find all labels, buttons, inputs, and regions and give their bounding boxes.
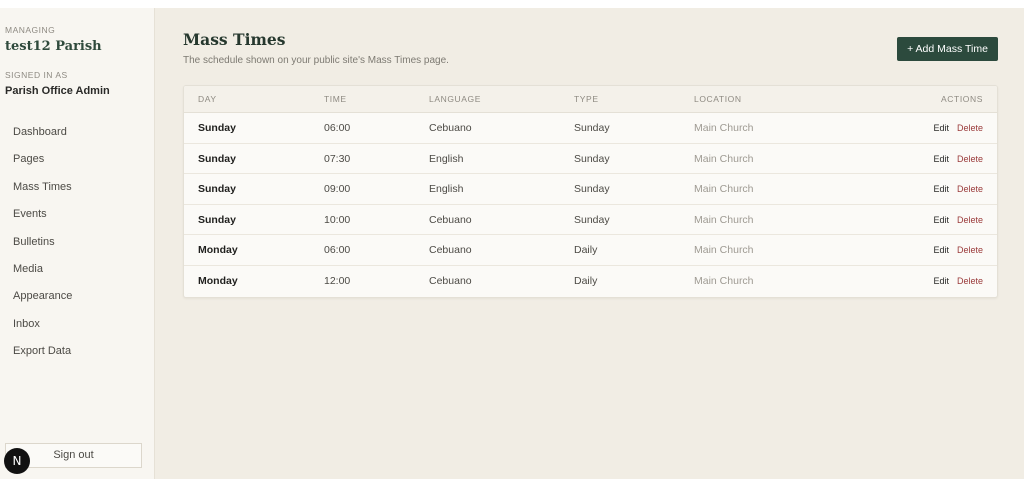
cell-day: Monday [198, 244, 238, 257]
table-row: Sunday 06:00 Cebuano Sunday Main Church … [184, 113, 997, 144]
delete-button[interactable]: Delete [957, 123, 983, 133]
edit-button[interactable]: Edit [933, 154, 949, 164]
mass-times-table: DAY TIME LANGUAGE TYPE LOCATION ACTIONS … [183, 85, 998, 298]
cell-time: 06:00 [324, 122, 351, 134]
add-mass-time-button[interactable]: + Add Mass Time [897, 37, 998, 61]
sidebar-item-events[interactable]: Events [13, 207, 72, 234]
cell-type: Daily [574, 244, 598, 257]
cell-type: Daily [574, 274, 598, 287]
edit-button[interactable]: Edit [933, 184, 949, 194]
parish-name: test12 Parish [5, 39, 102, 54]
cell-language: English [429, 152, 464, 165]
delete-button[interactable]: Delete [957, 245, 983, 255]
cell-type: Sunday [574, 152, 610, 165]
cell-language: English [429, 183, 464, 196]
row-actions: Edit Delete [933, 113, 983, 143]
sidebar-item-dashboard[interactable]: Dashboard [13, 125, 72, 152]
cell-location: Main Church [694, 274, 754, 287]
cell-type: Sunday [574, 122, 610, 134]
cell-day: Sunday [198, 183, 236, 196]
signed-in-label: SIGNED IN AS [5, 70, 68, 80]
cell-type: Sunday [574, 183, 610, 196]
column-header-type: TYPE [574, 94, 599, 104]
sidebar-item-appearance[interactable]: Appearance [13, 289, 72, 316]
cell-language: Cebuano [429, 213, 472, 226]
delete-button[interactable]: Delete [957, 184, 983, 194]
cell-day: Sunday [198, 152, 236, 165]
row-actions: Edit Delete [933, 235, 983, 265]
cell-day: Monday [198, 274, 238, 287]
edit-button[interactable]: Edit [933, 276, 949, 286]
dev-tools-badge[interactable]: N [4, 448, 30, 474]
cell-time: 06:00 [324, 244, 351, 257]
cell-location: Main Church [694, 183, 754, 196]
sidebar-item-media[interactable]: Media [13, 262, 72, 289]
edit-button[interactable]: Edit [933, 215, 949, 225]
sidebar-item-pages[interactable]: Pages [13, 152, 72, 179]
cell-location: Main Church [694, 213, 754, 226]
table-header: DAY TIME LANGUAGE TYPE LOCATION ACTIONS [184, 86, 997, 113]
cell-location: Main Church [694, 244, 754, 257]
table-row: Sunday 07:30 English Sunday Main Church … [184, 144, 997, 175]
cell-language: Cebuano [429, 244, 472, 257]
edit-button[interactable]: Edit [933, 245, 949, 255]
sidebar-item-export-data[interactable]: Export Data [13, 344, 72, 371]
column-header-time: TIME [324, 94, 347, 104]
table-row: Sunday 10:00 Cebuano Sunday Main Church … [184, 205, 997, 236]
sidebar-item-mass-times[interactable]: Mass Times [13, 180, 72, 207]
delete-button[interactable]: Delete [957, 154, 983, 164]
row-actions: Edit Delete [933, 266, 983, 296]
table-row: Monday 06:00 Cebuano Daily Main Church E… [184, 235, 997, 266]
cell-day: Sunday [198, 213, 236, 226]
sidebar: MANAGING test12 Parish SIGNED IN AS Pari… [0, 8, 155, 479]
table-row: Sunday 09:00 English Sunday Main Church … [184, 174, 997, 205]
sidebar-nav: Dashboard Pages Mass Times Events Bullet… [13, 125, 72, 372]
cell-time: 12:00 [324, 274, 351, 287]
cell-time: 10:00 [324, 213, 351, 226]
cell-day: Sunday [198, 122, 236, 134]
sidebar-item-inbox[interactable]: Inbox [13, 317, 72, 344]
cell-language: Cebuano [429, 122, 472, 134]
cell-location: Main Church [694, 152, 754, 165]
column-header-location: LOCATION [694, 94, 742, 104]
cell-time: 09:00 [324, 183, 351, 196]
row-actions: Edit Delete [933, 205, 983, 235]
managing-label: MANAGING [5, 25, 56, 35]
delete-button[interactable]: Delete [957, 215, 983, 225]
sidebar-item-bulletins[interactable]: Bulletins [13, 235, 72, 262]
row-actions: Edit Delete [933, 144, 983, 174]
page-title: Mass Times [183, 30, 286, 49]
user-name: Parish Office Admin [5, 85, 110, 97]
top-strip [0, 0, 1024, 8]
cell-language: Cebuano [429, 274, 472, 287]
cell-location: Main Church [694, 122, 754, 134]
column-header-language: LANGUAGE [429, 94, 482, 104]
column-header-actions: ACTIONS [941, 94, 983, 104]
column-header-day: DAY [198, 94, 217, 104]
edit-button[interactable]: Edit [933, 123, 949, 133]
table-row: Monday 12:00 Cebuano Daily Main Church E… [184, 266, 997, 297]
page-subtitle: The schedule shown on your public site's… [183, 55, 449, 66]
cell-type: Sunday [574, 213, 610, 226]
delete-button[interactable]: Delete [957, 276, 983, 286]
cell-time: 07:30 [324, 152, 351, 165]
row-actions: Edit Delete [933, 174, 983, 204]
